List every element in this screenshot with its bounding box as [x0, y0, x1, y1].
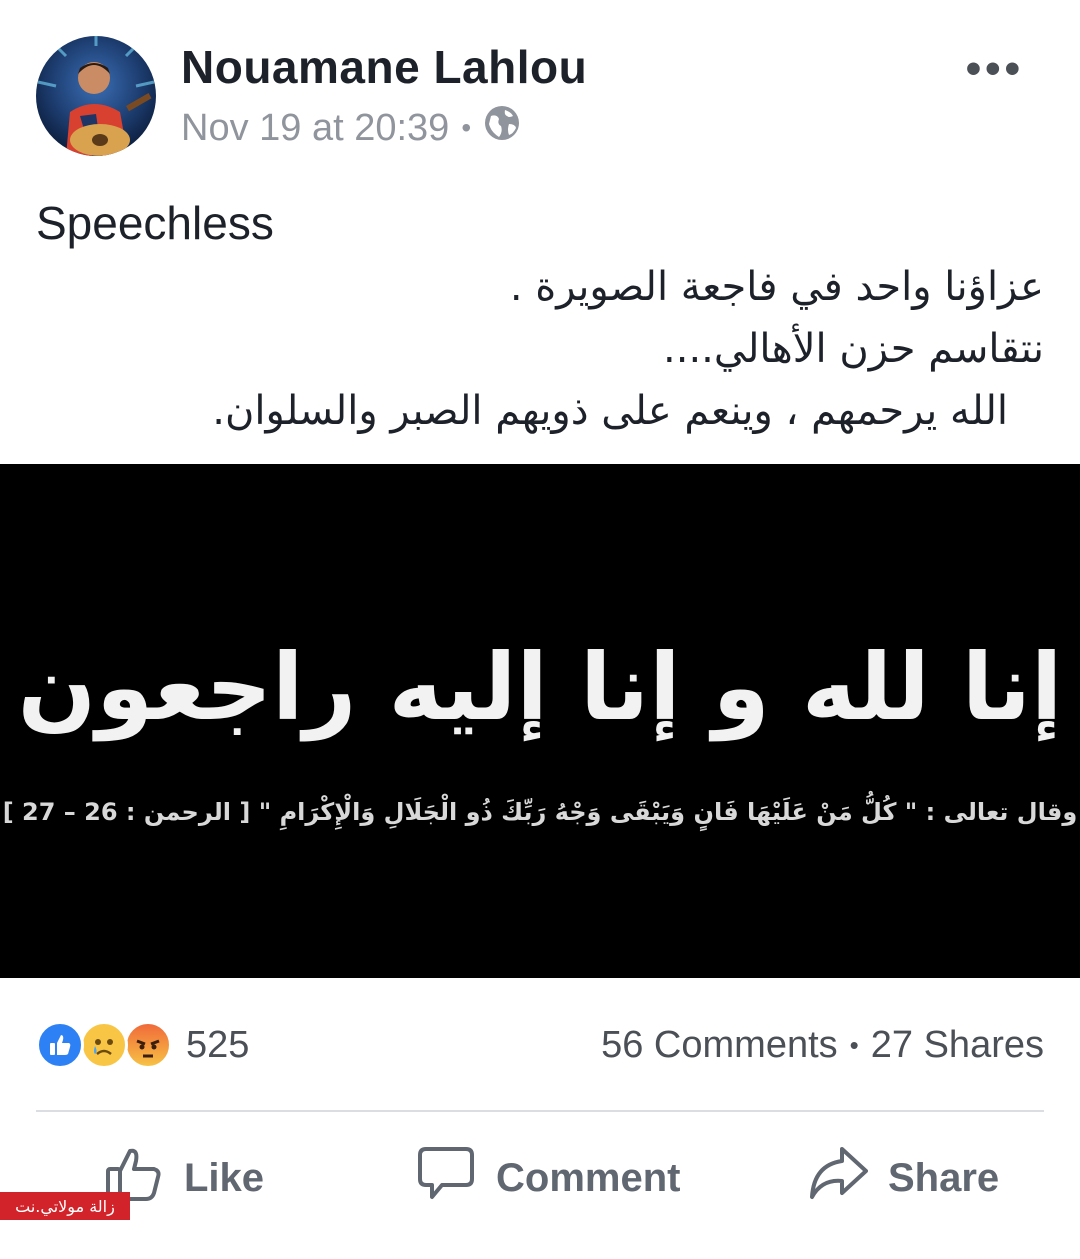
angry-reaction-icon — [124, 1021, 172, 1069]
share-label: Share — [888, 1155, 1000, 1200]
post-text-line: الله يرحمهم ، وينعم على ذويهم الصبر والس… — [212, 388, 1008, 434]
engagement-stats: 56 Comments • 27 Shares — [601, 1020, 1044, 1070]
avatar-image — [36, 36, 156, 156]
more-options-button[interactable]: ••• — [966, 44, 1024, 94]
post-text-arabic: عزاؤنا واحد في فاجعة الصويرة . نتقاسم حز… — [44, 256, 1044, 442]
post-text-line: عزاؤنا واحد في فاجعة الصويرة . — [509, 264, 1044, 310]
share-button[interactable]: Share — [808, 1140, 999, 1216]
author-avatar[interactable] — [36, 36, 156, 156]
site-watermark: زالة مولاتي.نت — [0, 1192, 130, 1220]
author-name[interactable]: Nouamane Lahlou — [181, 40, 587, 94]
post-text-english: Speechless — [36, 197, 274, 249]
like-label: Like — [184, 1155, 265, 1200]
post-image[interactable]: إنا لله و إنا إليه راجعون وقال تعالى : "… — [0, 464, 1080, 978]
comment-bubble-icon — [416, 1143, 476, 1213]
action-bar: Like Comment Share — [0, 1140, 1080, 1216]
like-reaction-icon — [36, 1021, 84, 1069]
stats-separator: • — [849, 1029, 859, 1060]
shares-count[interactable]: 27 Shares — [871, 1024, 1044, 1067]
reactions-summary[interactable]: 525 — [36, 1020, 249, 1070]
comment-label: Comment — [496, 1155, 681, 1200]
image-verse: وقال تعالى : " كُلُّ مَنْ عَلَيْهَا فَان… — [2, 798, 1078, 826]
share-arrow-icon — [808, 1143, 868, 1213]
comment-button[interactable]: Comment — [416, 1140, 680, 1216]
meta-separator: • — [461, 112, 472, 143]
facebook-post: Nouamane Lahlou Nov 19 at 20:39 • ••• Sp… — [0, 0, 1080, 1259]
globe-icon[interactable] — [483, 104, 521, 152]
comments-count[interactable]: 56 Comments — [601, 1024, 838, 1067]
divider — [36, 1110, 1044, 1112]
post-meta: Nov 19 at 20:39 • — [181, 106, 521, 150]
post-text-line: نتقاسم حزن الأهالي.... — [663, 326, 1044, 372]
post-timestamp[interactable]: Nov 19 at 20:39 — [181, 107, 449, 150]
sad-reaction-icon — [80, 1021, 128, 1069]
reaction-count[interactable]: 525 — [186, 1024, 249, 1067]
image-headline: إنا لله و إنا إليه راجعون — [17, 634, 1063, 741]
